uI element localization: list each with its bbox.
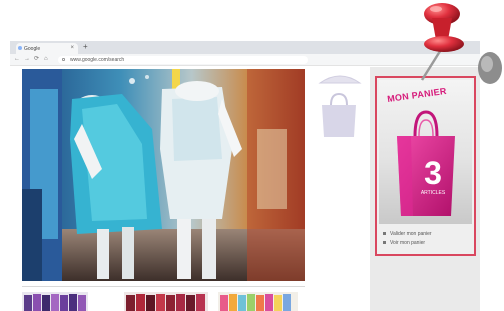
bullet-icon: [383, 241, 386, 245]
cart-widget[interactable]: MON PANIER 3 ARTICLES Valider mon panier…: [375, 76, 476, 256]
home-button[interactable]: ⌂: [44, 56, 48, 63]
browser-tab[interactable]: Google ×: [16, 43, 78, 54]
cart-count-label: ARTICLES: [421, 190, 446, 196]
shopping-bag-icon: 3 ARTICLES: [397, 110, 455, 216]
validate-cart-link[interactable]: Valider mon panier: [383, 230, 432, 239]
view-cart-label: Voir mon panier: [390, 240, 426, 246]
gallery-divider: [22, 286, 305, 287]
new-tab-button[interactable]: +: [83, 43, 88, 51]
hanger-icon: [318, 75, 362, 84]
validate-cart-label: Valider mon panier: [390, 231, 432, 237]
hero-store-photo[interactable]: [22, 69, 305, 281]
address-bar-url: www.google.com/search: [70, 57, 125, 63]
view-cart-link[interactable]: Voir mon panier: [383, 239, 432, 248]
cart-count: 3: [424, 155, 442, 191]
thumbnail-purple-clothes[interactable]: [22, 292, 88, 311]
lock-icon: [62, 58, 65, 61]
thumbnail-colorful-clothes[interactable]: [218, 292, 298, 311]
tab-close-icon[interactable]: ×: [70, 45, 74, 51]
favicon-icon: [18, 46, 22, 50]
thumbnail-image: [218, 292, 298, 311]
thumbnail-image: [124, 292, 208, 311]
screenshot-stage: Google × + ← → ⟳ ⌂ www.google.com/search: [0, 0, 504, 311]
back-button[interactable]: ←: [14, 56, 20, 63]
cart-links: Valider mon panier Voir mon panier: [383, 230, 432, 248]
tab-title: Google: [24, 46, 41, 52]
thumbnail-red-clothes[interactable]: [124, 292, 208, 311]
store-window-illustration: [22, 69, 305, 281]
address-bar[interactable]: www.google.com/search: [58, 56, 308, 64]
shopping-bag-icon: [322, 92, 356, 137]
thumbnail-image: [22, 292, 88, 311]
forward-button[interactable]: →: [24, 56, 30, 63]
pushpin-icon: [420, 3, 502, 84]
bullet-icon: [383, 232, 386, 236]
reload-button[interactable]: ⟳: [34, 56, 39, 63]
cart-panel: MON PANIER 3 ARTICLES: [379, 80, 472, 224]
